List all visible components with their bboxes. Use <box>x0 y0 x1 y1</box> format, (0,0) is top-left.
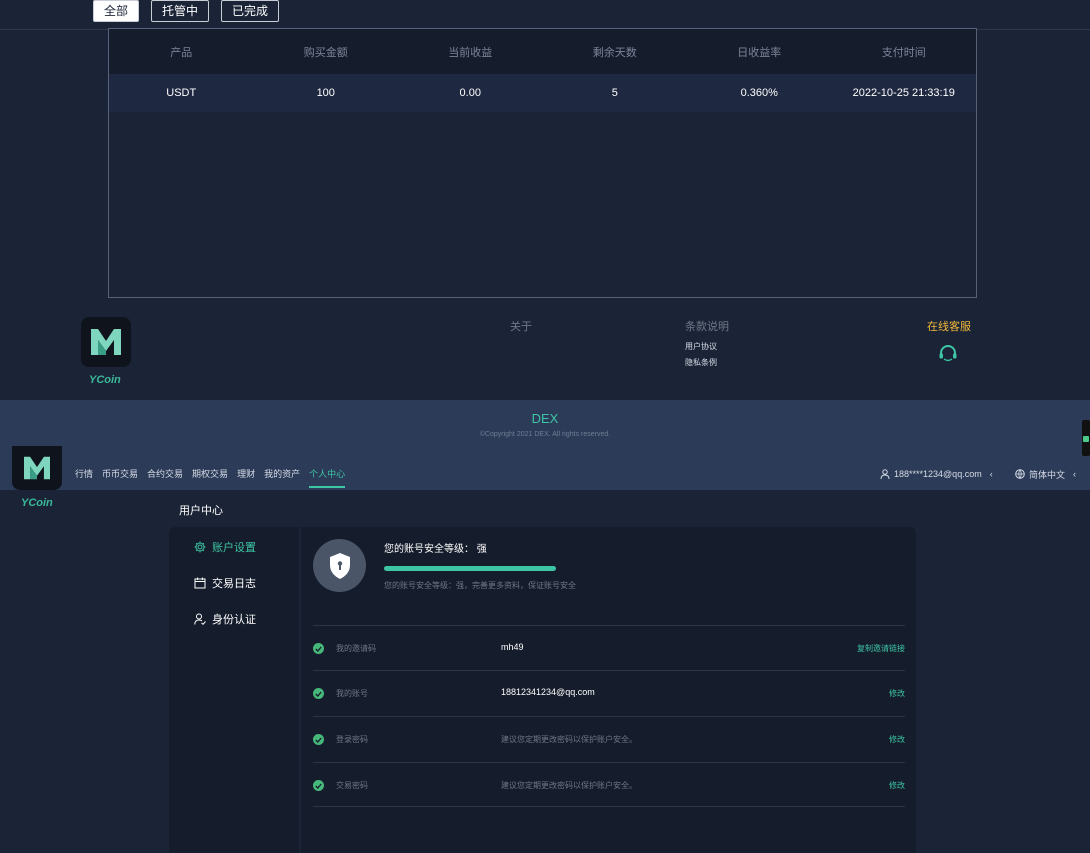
footer-link-user-agreement[interactable]: 用户协议 <box>685 341 717 352</box>
row-label: 交易密码 <box>336 781 368 790</box>
check-icon <box>313 780 324 791</box>
headset-icon[interactable] <box>937 343 959 365</box>
sidebar-item-identity[interactable]: 身份认证 <box>194 611 256 627</box>
row-label: 登录密码 <box>336 735 368 744</box>
column-header: 当前收益 <box>448 46 493 59</box>
footer-terms-title: 条款说明 <box>685 321 729 333</box>
column-header: 购买金额 <box>303 46 348 59</box>
column-header: 产品 <box>170 46 193 59</box>
orders-table: 产品 购买金额 当前收益 剩余天数 日收益率 支付时间 USDT 100 0.0… <box>108 28 977 298</box>
footer-about-title[interactable]: 关于 <box>510 318 532 334</box>
sidebar-item-account-settings[interactable]: 账户设置 <box>194 539 256 555</box>
language-label: 简体中文 <box>1029 469 1066 480</box>
column-header: 支付时间 <box>881 46 926 59</box>
row-label: 我的邀请码 <box>336 644 376 653</box>
sidebar-item-trade-log[interactable]: 交易日志 <box>194 575 256 591</box>
login-password-row: 登录密码 建议您定期更改密码以保护账户安全。 修改 <box>313 716 905 761</box>
security-level-title: 您的账号安全等级： 强 <box>384 544 487 555</box>
page-title: 用户中心 <box>179 505 223 517</box>
edit-trade-password-button[interactable]: 修改 <box>889 780 905 791</box>
invite-code-value: mh49 <box>501 642 524 652</box>
sidebar-item-label: 交易日志 <box>212 578 256 590</box>
nav-item-wealth[interactable]: 理财 <box>237 458 255 490</box>
security-badge <box>313 539 366 592</box>
edit-account-button[interactable]: 修改 <box>889 688 905 699</box>
shield-icon <box>329 552 350 579</box>
check-icon <box>313 688 324 699</box>
column-header: 日收益率 <box>737 46 782 59</box>
table-cell: 100 <box>316 87 335 99</box>
nav-item-options-trading[interactable]: 期权交易 <box>192 458 228 490</box>
user-email: 188****1234@qq.com <box>894 469 982 479</box>
copyright-text: ©Copyright 2021 DEX. All rights reserved… <box>479 431 611 438</box>
row-label: 我的账号 <box>336 689 368 698</box>
nav-menu: 行情 币币交易 合约交易 期权交易 理财 我的资产 个人中心 <box>75 458 346 490</box>
nav-item-user-center[interactable]: 个人中心 <box>309 458 346 490</box>
user-account-menu[interactable]: 188****1234@qq.com ‹ <box>880 458 993 490</box>
language-selector[interactable]: 简体中文 ‹ <box>1015 458 1076 490</box>
footer-logo[interactable] <box>81 317 131 367</box>
security-progress-bar <box>384 566 556 571</box>
chevron-left-icon: ‹ <box>989 469 993 479</box>
footer-link-privacy[interactable]: 隐私条例 <box>685 357 717 368</box>
account-value: 18812341234@qq.com <box>501 687 595 697</box>
nav-item-market[interactable]: 行情 <box>75 458 93 490</box>
filter-completed-button[interactable]: 已完成 <box>221 0 280 22</box>
trade-password-row: 交易密码 建议您定期更改密码以保护账户安全。 修改 <box>313 762 905 807</box>
table-row[interactable]: USDT 100 0.00 5 0.360% 2022-10-25 21:33:… <box>109 74 976 112</box>
user-center-sidebar: 账户设置 交易日志 身份认证 <box>169 527 299 853</box>
login-password-hint: 建议您定期更改密码以保护账户安全。 <box>501 735 637 744</box>
table-cell: USDT <box>166 87 197 99</box>
ycoin-logo-icon <box>91 329 121 355</box>
nav-brand-text: YCoin <box>21 497 53 509</box>
table-header: 产品 购买金额 当前收益 剩余天数 日收益率 支付时间 <box>109 29 976 74</box>
check-icon <box>313 734 324 745</box>
trade-password-hint: 建议您定期更改密码以保护账户安全。 <box>501 781 637 790</box>
sidebar-item-label: 身份认证 <box>212 614 256 626</box>
filter-hosting-button[interactable]: 托管中 <box>151 0 210 22</box>
footer-copyright-band: DEX ©Copyright 2021 DEX. All rights rese… <box>0 400 1090 458</box>
nav-item-contract-trading[interactable]: 合约交易 <box>147 458 183 490</box>
filter-all-button[interactable]: 全部 <box>93 0 140 22</box>
nav-logo[interactable] <box>12 446 62 490</box>
invite-code-row: 我的邀请码 mh49 复制邀请链接 <box>313 625 905 670</box>
user-icon <box>880 469 890 479</box>
table-cell: 0.00 <box>459 87 481 99</box>
calendar-icon <box>194 577 206 589</box>
edit-login-password-button[interactable]: 修改 <box>889 734 905 745</box>
orders-section: 全部 托管中 已完成 产品 购买金额 当前收益 剩余天数 日收益率 支付时间 U… <box>0 0 1090 400</box>
ycoin-logo-icon <box>24 456 50 480</box>
nav-item-my-assets[interactable]: 我的资产 <box>264 458 300 490</box>
dex-title: DEX <box>531 411 559 426</box>
copy-invite-link-button[interactable]: 复制邀请链接 <box>857 643 905 654</box>
filter-tabs: 全部 托管中 已完成 <box>93 0 280 22</box>
gear-icon <box>194 541 206 553</box>
account-settings-panel: 您的账号安全等级： 强 您的账号安全等级：强，完善更多资料，保证账号安全 我的邀… <box>301 527 916 853</box>
security-level-description: 您的账号安全等级：强，完善更多资料，保证账号安全 <box>384 581 576 590</box>
account-row: 我的账号 18812341234@qq.com 修改 <box>313 670 905 715</box>
user-verify-icon <box>194 613 206 625</box>
online-service-link[interactable]: 在线客服 <box>927 318 971 334</box>
globe-icon <box>1015 469 1025 479</box>
nav-item-spot-trading[interactable]: 币币交易 <box>102 458 138 490</box>
table-cell: 5 <box>611 87 618 99</box>
check-icon <box>313 643 324 654</box>
column-header: 剩余天数 <box>592 46 637 59</box>
table-cell: 0.360% <box>740 87 778 99</box>
footer-brand-text: YCoin <box>89 374 121 386</box>
chevron-left-icon: ‹ <box>1073 469 1077 479</box>
table-cell: 2022-10-25 21:33:19 <box>852 87 955 99</box>
sidebar-item-label: 账户设置 <box>212 542 256 554</box>
top-navbar: 行情 币币交易 合约交易 期权交易 理财 我的资产 个人中心 188****12… <box>0 458 1090 490</box>
scroll-indicator-icon <box>1083 436 1089 442</box>
